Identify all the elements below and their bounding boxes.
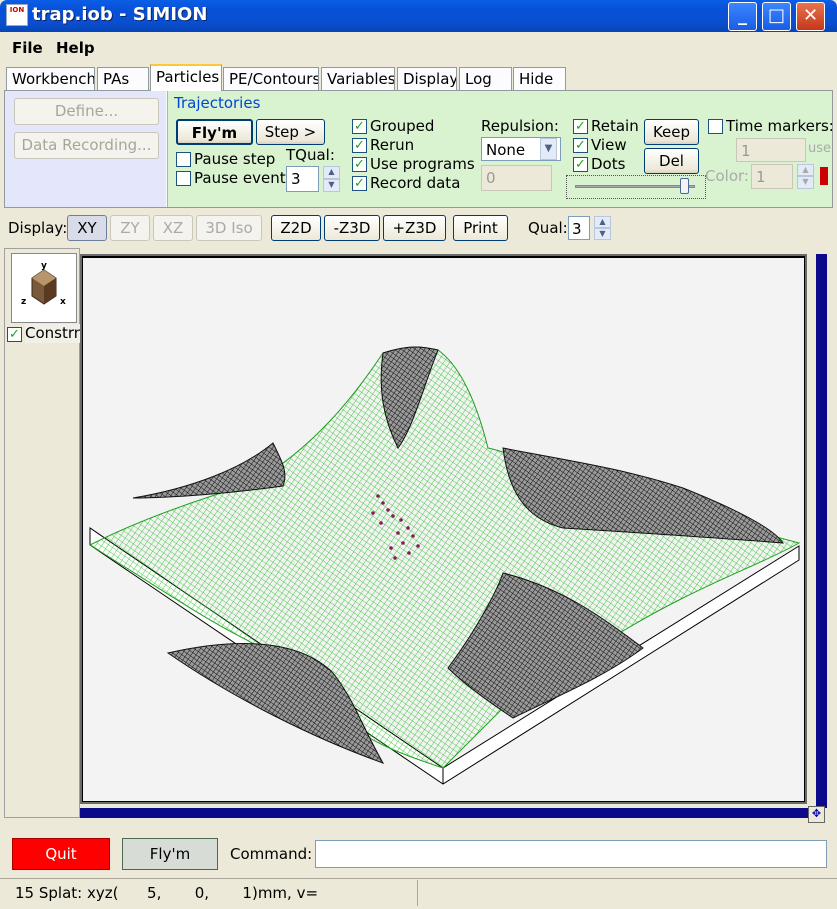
- orientation-thumbnail[interactable]: y z x: [11, 253, 77, 323]
- view-label: View: [591, 136, 627, 154]
- command-input[interactable]: [315, 840, 827, 868]
- app-icon: ION: [6, 4, 28, 26]
- pe-surface: [88, 346, 801, 769]
- trajectories-title: Trajectories: [174, 94, 261, 112]
- repulsion-amount-field[interactable]: 0: [481, 165, 552, 191]
- tab-particles[interactable]: Particles: [150, 64, 222, 91]
- dots-label: Dots: [591, 155, 626, 173]
- qual-label: Qual:: [528, 219, 568, 237]
- display-label: Display:: [8, 219, 68, 237]
- time-markers-checkbox[interactable]: [708, 119, 723, 134]
- tqual-up-icon[interactable]: ▲: [323, 166, 340, 179]
- tqual-label: TQual:: [286, 146, 335, 164]
- close-button[interactable]: ✕: [796, 2, 825, 31]
- retain-checkbox[interactable]: ✓: [573, 119, 588, 134]
- quit-button[interactable]: Quit: [12, 838, 110, 870]
- rerun-label: Rerun: [370, 136, 415, 154]
- chevron-down-icon[interactable]: ▼: [540, 138, 557, 160]
- pause-step-checkbox[interactable]: [176, 152, 191, 167]
- view-zy-button[interactable]: ZY: [110, 215, 150, 241]
- tab-pas[interactable]: PAs: [97, 67, 149, 91]
- potential-energy-view[interactable]: [83, 258, 804, 801]
- dots-checkbox[interactable]: ✓: [573, 157, 588, 172]
- menu-help[interactable]: Help: [56, 39, 95, 57]
- view-xy-button[interactable]: XY: [67, 215, 107, 241]
- resize-corner-icon[interactable]: ✥: [808, 806, 825, 823]
- constrain-label: Constrn: [25, 324, 85, 343]
- data-recording-button[interactable]: Data Recording...: [14, 132, 159, 159]
- view-checkbox[interactable]: ✓: [573, 138, 588, 153]
- vertical-scrollbar[interactable]: [810, 254, 827, 808]
- tab-variables[interactable]: Variables: [321, 67, 395, 91]
- del-button[interactable]: Del: [644, 148, 699, 174]
- use-programs-checkbox[interactable]: ✓: [352, 157, 367, 172]
- pe-surface-svg: [88, 346, 801, 785]
- pause-event-checkbox[interactable]: [176, 171, 191, 186]
- time-marker-field[interactable]: 1: [736, 138, 806, 162]
- axes-cube-icon: y z x: [21, 261, 66, 307]
- qual-up-icon[interactable]: ▲: [594, 216, 611, 228]
- view-3d-iso-button[interactable]: 3D Iso: [196, 215, 262, 241]
- print-button[interactable]: Print: [453, 215, 508, 241]
- time-markers-label: Time markers:: [726, 117, 834, 135]
- record-data-label: Record data: [370, 174, 461, 192]
- plus-z3d-button[interactable]: +Z3D: [383, 215, 446, 241]
- tab-display[interactable]: Display: [397, 67, 457, 91]
- minimize-button[interactable]: _: [728, 2, 757, 31]
- minus-z3d-button[interactable]: -Z3D: [324, 215, 380, 241]
- qual-field[interactable]: 3: [568, 216, 590, 240]
- app-icon-text: ION: [9, 6, 25, 14]
- flym-bottom-button[interactable]: Fly'm: [122, 838, 218, 870]
- horizontal-scrollbar[interactable]: [80, 808, 808, 818]
- repulsion-label: Repulsion:: [481, 117, 559, 135]
- time-unit-label: use: [808, 141, 832, 156]
- pause-event-label: Pause event: [194, 169, 286, 187]
- axis-x-label: x: [60, 297, 66, 307]
- color-label: Color:: [705, 167, 749, 185]
- window-title: trap.iob - SIMION: [32, 4, 208, 25]
- tab-log[interactable]: Log: [459, 67, 512, 91]
- constrain-checkbox[interactable]: ✓: [7, 327, 22, 342]
- qual-down-icon[interactable]: ▼: [594, 228, 611, 240]
- define-button[interactable]: Define...: [14, 98, 159, 125]
- menu-file[interactable]: File: [12, 39, 43, 57]
- status-text: 15 Splat: xyz( 5, 0, 1)mm, v=: [15, 884, 319, 902]
- retain-label: Retain: [591, 117, 639, 135]
- use-programs-label: Use programs: [370, 155, 475, 173]
- maximize-button[interactable]: □: [762, 2, 791, 31]
- grouped-label: Grouped: [370, 117, 435, 135]
- axis-z-label: z: [21, 297, 26, 307]
- rerun-checkbox[interactable]: ✓: [352, 138, 367, 153]
- tab-pe-contours[interactable]: PE/Contours: [223, 67, 319, 91]
- keep-button[interactable]: Keep: [644, 119, 699, 145]
- color-swatch: [820, 167, 828, 185]
- tqual-down-icon[interactable]: ▼: [323, 179, 340, 192]
- color-field[interactable]: 1: [751, 164, 793, 189]
- command-label: Command:: [230, 845, 313, 863]
- color-up-icon[interactable]: ▲: [797, 164, 814, 176]
- menu-bar: [0, 34, 837, 60]
- z2d-button[interactable]: Z2D: [271, 215, 321, 241]
- status-separator: [417, 880, 418, 906]
- axis-y-label: y: [41, 261, 47, 271]
- repulsion-select-value: None: [486, 141, 526, 159]
- grouped-checkbox[interactable]: ✓: [352, 119, 367, 134]
- flym-button[interactable]: Fly'm: [176, 119, 253, 145]
- color-down-icon[interactable]: ▼: [797, 176, 814, 189]
- view-xz-button[interactable]: XZ: [153, 215, 193, 241]
- step-button[interactable]: Step >: [256, 119, 325, 145]
- slider-track: [575, 185, 695, 188]
- tqual-field[interactable]: 3: [286, 166, 319, 192]
- pause-step-label: Pause step: [194, 150, 276, 168]
- tab-hide[interactable]: Hide: [513, 67, 566, 91]
- record-data-checkbox[interactable]: ✓: [352, 176, 367, 191]
- slider-thumb[interactable]: [680, 178, 689, 194]
- tab-workbench[interactable]: Workbench: [6, 67, 95, 91]
